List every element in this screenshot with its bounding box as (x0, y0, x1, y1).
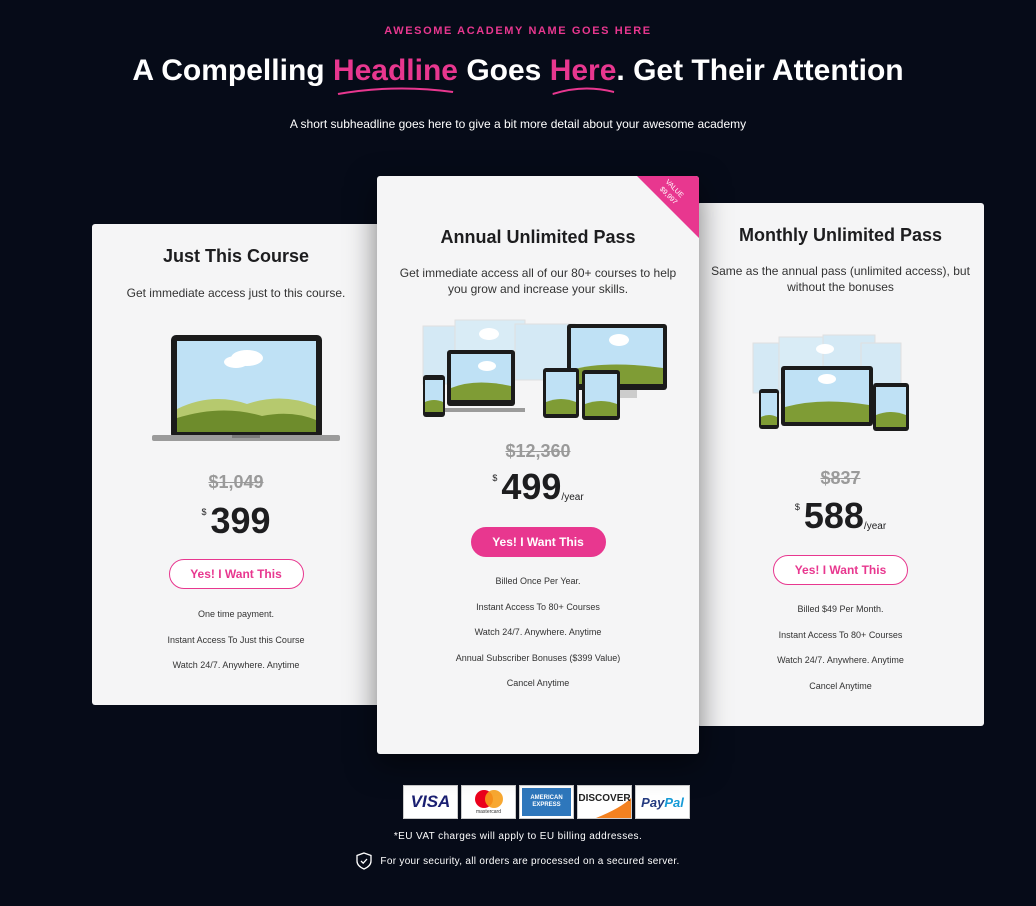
price-block: $ 588 /year (795, 498, 886, 534)
shield-check-icon (356, 852, 373, 870)
page-headline: A Compelling Headline Goes Here. Get The… (0, 54, 1036, 95)
price-block: $ 399 (201, 503, 270, 539)
plan-old-price: $837 (820, 468, 861, 488)
buy-monthly-button[interactable]: Yes! I Want This (773, 555, 908, 585)
feature-list: Billed $49 Per Month. Instant Access To … (697, 597, 984, 699)
feature-item: Billed $49 Per Month. (797, 604, 884, 614)
mastercard-label: mastercard (475, 809, 501, 815)
price-amount: 588 (803, 495, 864, 536)
amex-icon: AMERICAN EXPRESS (519, 785, 574, 819)
price-amount: 399 (210, 500, 271, 541)
headline-highlight-2-text: Here (549, 54, 617, 87)
devices-icon (422, 319, 667, 420)
paypal-label-b: Pal (664, 794, 684, 810)
pricing-card-monthly: Monthly Unlimited Pass Same as the annua… (697, 203, 984, 726)
plan-old-price: $12,360 (505, 441, 571, 461)
buy-annual-button[interactable]: Yes! I Want This (470, 527, 606, 557)
feature-list: Billed Once Per Year. Instant Access To … (377, 569, 699, 697)
feature-list: One time payment. Instant Access To Just… (92, 602, 380, 679)
laptop-icon (152, 335, 340, 441)
paypal-label: PayPal (641, 795, 684, 810)
feature-item: Annual Subscriber Bonuses ($399 Value) (455, 652, 621, 663)
headline-text-3: . Get Their Attention (616, 54, 904, 87)
plan-title: Just This Course (162, 246, 310, 266)
amex-line-2: EXPRESS (532, 802, 561, 808)
price-period: /year (863, 521, 887, 532)
feature-item: Instant Access To Just this Course (167, 634, 305, 645)
plan-price: $ 399 (92, 502, 380, 539)
plan-title: Monthly Unlimited Pass (738, 225, 943, 245)
paypal-icon: PayPal (635, 785, 690, 819)
feature-item: Watch 24/7. Anywhere. Anytime (777, 655, 904, 665)
plan-description: Same as the annual pass (unlimited acces… (711, 264, 970, 294)
pricing-card-annual: VALUE $9,997 Annual Unlimited Pass Get i… (377, 176, 699, 754)
discover-label: DISCOVER (578, 792, 631, 804)
buy-course-button[interactable]: Yes! I Want This (168, 559, 304, 589)
plan-description: Get immediate access just to this course… (126, 286, 346, 300)
devices-icon (752, 334, 909, 431)
discover-icon: DISCOVER (577, 785, 632, 819)
feature-item: Cancel Anytime (506, 678, 570, 688)
feature-item: Watch 24/7. Anywhere. Anytime (172, 660, 300, 670)
cta-wrap: Yes! I Want This (377, 527, 699, 557)
payment-methods: VISA mastercard AMERICAN EXPRESS DISCOVE… (403, 785, 690, 819)
price-period: /year (561, 492, 584, 503)
paypal-label-a: Pay (641, 794, 665, 810)
currency-symbol: $ (201, 507, 207, 517)
feature-item: Instant Access To 80+ Courses (476, 601, 600, 612)
cta-wrap: Yes! I Want This (697, 555, 984, 585)
vat-note: *EU VAT charges will apply to EU billing… (393, 831, 643, 842)
visa-label: VISA (410, 792, 451, 811)
plan-price: $ 499 /year (377, 468, 699, 505)
feature-item: Cancel Anytime (809, 680, 872, 691)
underline-swoosh-icon (337, 87, 454, 95)
currency-symbol: $ (794, 502, 800, 512)
plan-old-price: $1,049 (208, 472, 264, 492)
visa-icon: VISA (403, 785, 458, 819)
currency-symbol: $ (492, 473, 498, 483)
headline-text-2: Goes (457, 54, 550, 87)
plan-title: Annual Unlimited Pass (440, 227, 636, 247)
mastercard-icon: mastercard (461, 785, 516, 819)
feature-item: Billed Once Per Year. (495, 576, 581, 586)
cta-wrap: Yes! I Want This (92, 559, 380, 589)
plan-price: $ 588 /year (697, 497, 984, 534)
underline-swoosh-icon (552, 87, 614, 95)
feature-item: Instant Access To 80+ Courses (778, 629, 903, 640)
headline-highlight-1-text: Headline (332, 54, 458, 87)
mastercard-circles (474, 790, 503, 808)
amex-line-1: AMERICAN (530, 795, 563, 801)
feature-item: One time payment. (197, 609, 275, 619)
plan-description: Get immediate access all of our 80+ cour… (399, 266, 677, 296)
headline-highlight-2: Here (549, 54, 617, 95)
page-subheadline: A short subheadline goes here to give a … (289, 117, 747, 131)
price-block: $ 499 /year (492, 469, 583, 505)
amex-badge: AMERICAN EXPRESS (522, 788, 571, 816)
headline-text-1: A Compelling (132, 54, 333, 87)
academy-name: AWESOME ACADEMY NAME GOES HERE (384, 25, 652, 37)
price-amount: 499 (501, 466, 562, 507)
pricing-card-course: Just This Course Get immediate access ju… (92, 224, 380, 705)
security-note-text: For your security, all orders are proces… (380, 855, 680, 867)
headline-highlight-1: Headline (332, 54, 458, 95)
feature-item: Watch 24/7. Anywhere. Anytime (474, 627, 602, 637)
security-note: For your security, all orders are proces… (0, 852, 1036, 870)
